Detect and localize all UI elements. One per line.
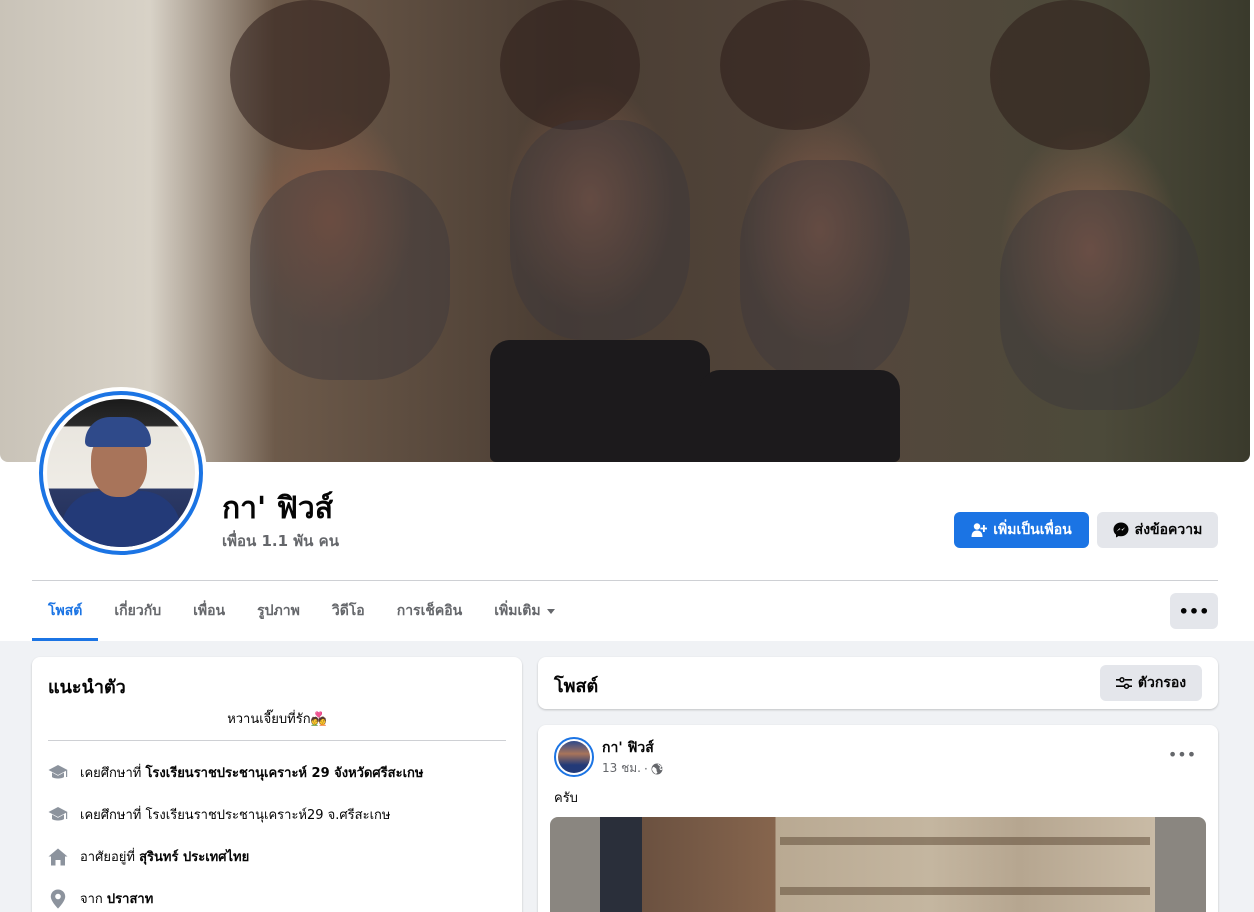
caret-down-icon bbox=[546, 608, 555, 614]
intro-row-education-2: เคยศึกษาที่ โรงเรียนราชประชานุเคราะห์29 … bbox=[48, 804, 390, 825]
message-label: ส่งข้อความ bbox=[1134, 522, 1203, 538]
posts-title: โพสต์ bbox=[554, 676, 599, 697]
intro-row-prefix: อาศัยอยู่ที่ bbox=[80, 850, 140, 865]
tab-posts[interactable]: โพสต์ bbox=[32, 581, 99, 641]
profile-name: กา' ฟิวส์ bbox=[222, 491, 334, 526]
intro-bio: หวานเจี๊ยบที่รัก💑 bbox=[227, 712, 327, 727]
post-meta: 13 ชม. · bbox=[602, 759, 663, 778]
location-pin-icon bbox=[48, 889, 68, 909]
post-options-button[interactable]: ••• bbox=[1164, 741, 1200, 767]
intro-card: แนะนำตัว หวานเจี๊ยบที่รัก💑 เคยศึกษาที่ โ… bbox=[32, 657, 522, 912]
intro-title: แนะนำตัว bbox=[48, 677, 126, 698]
tab-about[interactable]: เกี่ยวกับ bbox=[98, 581, 177, 641]
filter-label: ตัวกรอง bbox=[1137, 675, 1187, 691]
profile-avatar[interactable] bbox=[35, 387, 207, 559]
intro-row-from: จาก ปราสาท bbox=[48, 888, 153, 909]
tab-checkins[interactable]: การเช็คอิน bbox=[381, 581, 479, 641]
school-text: โรงเรียนราชประชานุเคราะห์29 จ.ศรีสะเกษ bbox=[145, 808, 391, 823]
add-friend-label: เพิ่มเป็นเพื่อน bbox=[993, 522, 1072, 538]
intro-row-prefix: จาก bbox=[80, 892, 107, 907]
friends-count[interactable]: เพื่อน 1.1 พัน คน bbox=[222, 529, 339, 553]
tab-label: เกี่ยวกับ bbox=[114, 603, 162, 619]
tab-label: โพสต์ bbox=[48, 603, 83, 619]
tab-videos[interactable]: วิดีโอ bbox=[316, 581, 381, 641]
post-text: ครับ bbox=[554, 791, 578, 806]
school-link[interactable]: โรงเรียนราชประชานุเคราะห์ 29 จังหวัดศรีส… bbox=[145, 766, 423, 781]
graduation-cap-icon bbox=[48, 805, 68, 825]
post-photo[interactable] bbox=[550, 817, 1206, 912]
add-friend-icon bbox=[971, 523, 988, 537]
tab-friends[interactable]: เพื่อน bbox=[177, 581, 241, 641]
message-button[interactable]: ส่งข้อความ bbox=[1097, 512, 1218, 548]
hometown-link[interactable]: ปราสาท bbox=[107, 892, 153, 907]
current-city-link[interactable]: สุรินทร์ ประเทศไทย bbox=[139, 850, 249, 865]
messenger-icon bbox=[1113, 522, 1129, 538]
more-options-button[interactable]: ••• bbox=[1170, 593, 1218, 629]
home-icon bbox=[48, 847, 68, 867]
filter-sliders-icon bbox=[1115, 677, 1132, 689]
meta-separator: · bbox=[643, 761, 648, 776]
cover-photo[interactable] bbox=[0, 0, 1250, 462]
intro-row-lives-in: อาศัยอยู่ที่ สุรินทร์ ประเทศไทย bbox=[48, 846, 249, 867]
tab-more[interactable]: เพิ่มเติม bbox=[478, 581, 570, 641]
posts-header-card: โพสต์ ตัวกรอง bbox=[538, 657, 1218, 709]
tab-label: วิดีโอ bbox=[331, 603, 365, 619]
add-friend-button[interactable]: เพิ่มเป็นเพื่อน bbox=[954, 512, 1089, 548]
post-author-name[interactable]: กา' ฟิวส์ bbox=[602, 737, 654, 759]
intro-row-prefix: เคยศึกษาที่ bbox=[80, 766, 146, 781]
post-card: กา' ฟิวส์ 13 ชม. · ••• ครับ bbox=[538, 725, 1218, 912]
filter-button[interactable]: ตัวกรอง bbox=[1100, 665, 1202, 701]
tab-label: เพื่อน bbox=[193, 603, 226, 619]
profile-tabs: โพสต์ เกี่ยวกับ เพื่อน รูปภาพ วิดีโอ การ… bbox=[32, 581, 571, 641]
tab-label: การเช็คอิน bbox=[396, 603, 463, 619]
intro-row-education-1: เคยศึกษาที่ โรงเรียนราชประชานุเคราะห์ 29… bbox=[48, 762, 423, 783]
post-author-avatar[interactable] bbox=[554, 737, 594, 777]
avatar bbox=[47, 399, 195, 547]
intro-divider bbox=[48, 740, 506, 741]
globe-icon bbox=[651, 763, 663, 774]
intro-row-prefix: เคยศึกษาที่ bbox=[80, 808, 146, 823]
tab-photos[interactable]: รูปภาพ bbox=[241, 581, 316, 641]
graduation-cap-icon bbox=[48, 763, 68, 783]
post-timestamp[interactable]: 13 ชม. bbox=[602, 759, 641, 778]
tab-label: เพิ่มเติม bbox=[494, 603, 541, 619]
tab-label: รูปภาพ bbox=[257, 603, 300, 619]
